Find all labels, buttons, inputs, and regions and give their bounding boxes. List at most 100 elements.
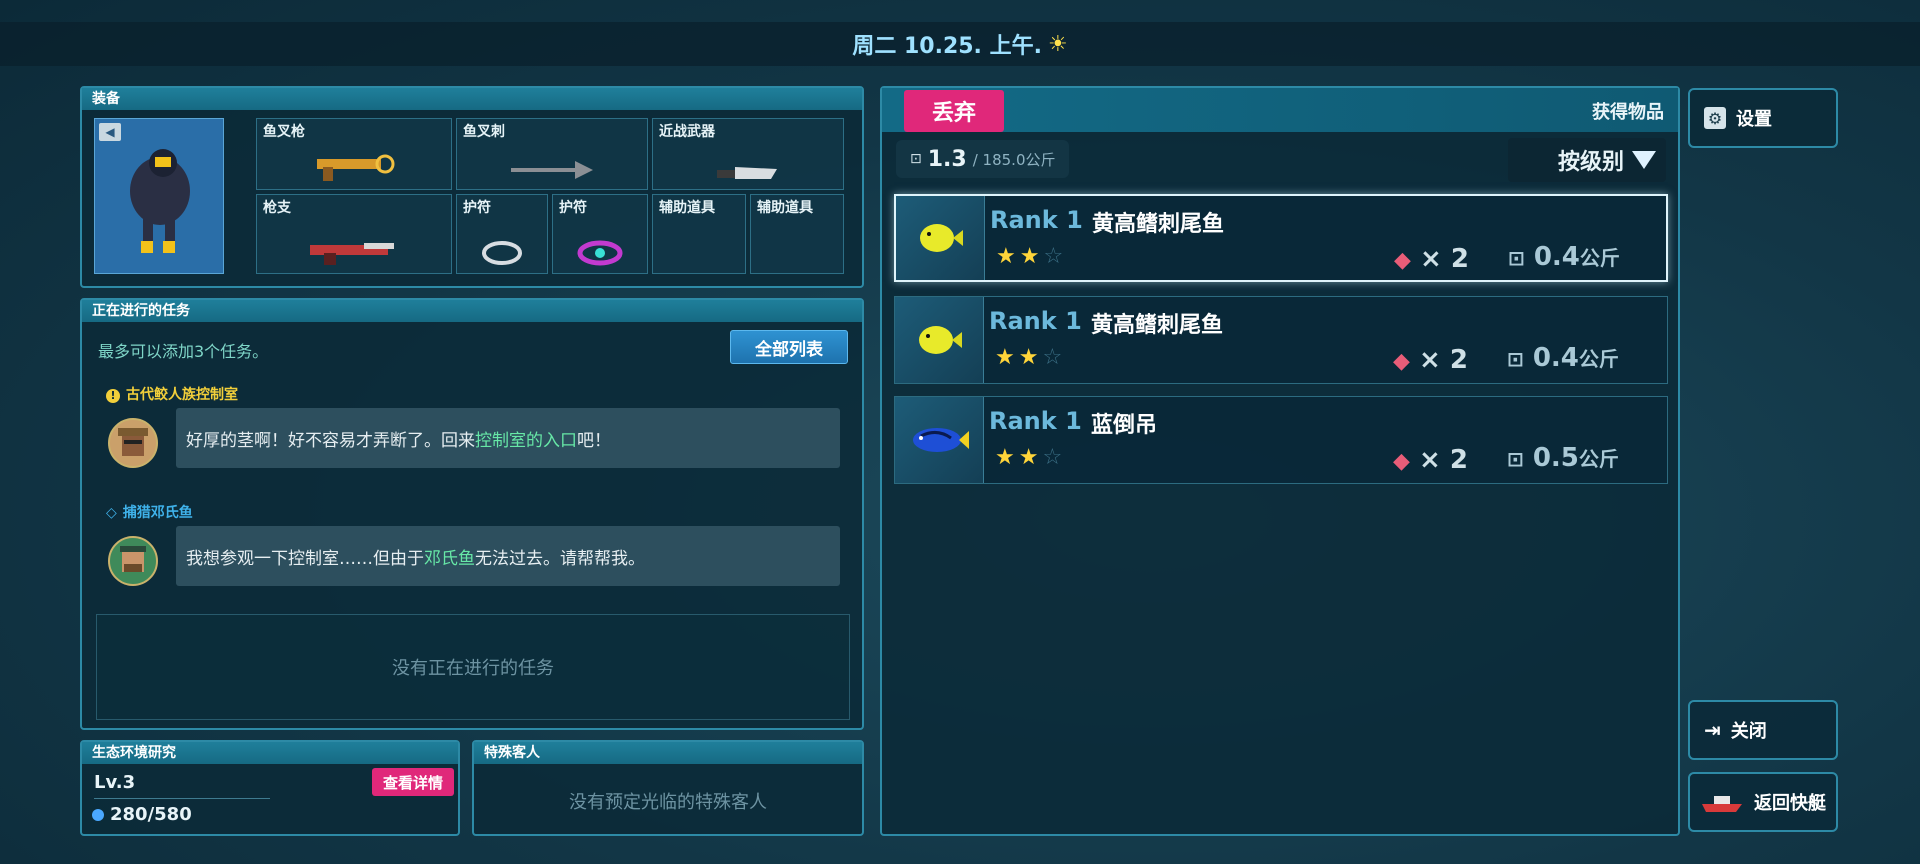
- missions-title: 正在进行的任务: [82, 300, 862, 322]
- msg-text-b: 吧！: [577, 430, 611, 451]
- slot-melee[interactable]: 近战武器: [652, 118, 844, 190]
- diver-icon: [130, 149, 190, 253]
- meat-icon: ◆: [1393, 349, 1410, 374]
- items-header: 丢弃 获得物品: [882, 88, 1678, 132]
- item-name: 黄高鳍刺尾鱼: [1091, 313, 1224, 338]
- item-thumbnail: [895, 297, 984, 383]
- eco-title: 生态环境研究: [82, 742, 458, 764]
- triangle-down-icon: [1632, 151, 1656, 169]
- star-filled-icon: ★: [1018, 345, 1043, 370]
- date-bar: 周二 10.25. 上午. ☀: [0, 22, 1920, 66]
- slot-harpoon[interactable]: 鱼叉刺: [456, 118, 648, 190]
- missions-hint: 最多可以添加3个任务。: [98, 342, 269, 361]
- star-empty-icon: ☆: [1042, 345, 1067, 370]
- item-weight: ⊡ 0.5公斤: [1507, 443, 1619, 473]
- return-boat-button[interactable]: 返回快艇: [1688, 772, 1838, 832]
- item-rank: Rank 1: [989, 407, 1082, 435]
- slot-aux-1[interactable]: 辅助道具: [652, 194, 746, 274]
- exit-icon: ⇥: [1704, 718, 1721, 742]
- slot-label: 护符: [463, 200, 491, 216]
- mission-item[interactable]: ! 古代鲛人族控制室 好厚的茎啊！好不容易才弄断了。回来 控制室的入口 吧！: [98, 384, 862, 494]
- weight-icon: ⊡: [1507, 347, 1524, 371]
- msg-highlight: 控制室的入口: [475, 430, 577, 451]
- item-row[interactable]: Rank 1 黄高鳍刺尾鱼 ★★☆ ◆ × 2 ⊡ 0.4公斤: [894, 296, 1668, 384]
- weight-icon: ⊡: [910, 151, 922, 167]
- item-weight-value: 0.5: [1532, 443, 1579, 473]
- close-label: 关闭: [1730, 721, 1767, 742]
- item-weight-unit: 公斤: [1578, 347, 1619, 371]
- item-stars: ★★☆: [995, 345, 1066, 370]
- diamond-icon: ◇: [106, 505, 117, 521]
- meat-icon: ◆: [1393, 449, 1410, 474]
- weight-capacity: / 185.0公斤: [972, 150, 1056, 169]
- slot-label: 辅助道具: [757, 200, 813, 216]
- view-details-button[interactable]: 查看详情: [372, 768, 454, 796]
- diver-avatar[interactable]: ◀: [94, 118, 224, 274]
- empty-mission-slot: 没有正在进行的任务: [96, 614, 850, 720]
- bracelet-charm-icon: [577, 240, 623, 266]
- date-text: 周二 10.25. 上午.: [852, 34, 1042, 59]
- star-filled-icon: ★: [1018, 445, 1043, 470]
- slot-label: 鱼叉枪: [263, 124, 305, 140]
- slot-gun[interactable]: 枪支: [256, 194, 452, 274]
- slot-charm-1[interactable]: 护符: [456, 194, 548, 274]
- item-count-text: × 2: [1419, 244, 1469, 274]
- mission-message: 好厚的茎啊！好不容易才弄断了。回来 控制室的入口 吧！: [176, 408, 840, 468]
- harpoon-gun-icon: [317, 154, 395, 181]
- item-thumbnail: [896, 196, 985, 280]
- weight-icon: ⊡: [1507, 447, 1524, 471]
- slot-label: 辅助道具: [659, 200, 715, 216]
- slot-label: 近战武器: [659, 124, 715, 140]
- star-filled-icon: ★: [996, 244, 1020, 269]
- slot-charm-2[interactable]: 护符: [552, 194, 648, 274]
- yellow-tang-icon: [920, 224, 963, 252]
- knife-icon: [717, 167, 777, 179]
- obtained-items-panel: 丢弃 获得物品 ⊡ 1.3 / 185.0公斤 按级别 Rank 1 黄高鳍刺尾…: [880, 86, 1680, 836]
- item-row[interactable]: Rank 1 黄高鳍刺尾鱼 ★★☆ ◆ × 2 ⊡ 0.4公斤: [894, 194, 1668, 282]
- guest-title: 特殊客人: [474, 742, 862, 764]
- discard-button[interactable]: 丢弃: [904, 90, 1004, 132]
- eco-research-panel: 生态环境研究 Lv.3 查看详情 280/580: [80, 740, 460, 836]
- sort-label: 按级别: [1557, 150, 1624, 175]
- settings-button[interactable]: ⚙ 设置: [1688, 88, 1838, 148]
- settings-label: 设置: [1736, 109, 1772, 130]
- star-empty-icon: ☆: [1042, 445, 1067, 470]
- gun-icon: [310, 243, 394, 265]
- item-count: ◆ × 2: [1393, 345, 1468, 375]
- item-weight: ⊡ 0.4公斤: [1508, 242, 1620, 272]
- item-count: ◆ × 2: [1394, 244, 1469, 274]
- item-row[interactable]: Rank 1 蓝倒吊 ★★☆ ◆ × 2 ⊡ 0.5公斤: [894, 396, 1668, 484]
- item-thumbnail: [895, 397, 984, 483]
- slot-aux-2[interactable]: 辅助道具: [750, 194, 844, 274]
- slot-label: 鱼叉刺: [463, 124, 505, 140]
- item-count: ◆ × 2: [1393, 445, 1468, 475]
- mission-item[interactable]: ◇ 捕猎邓氏鱼 我想参观一下控制室……但由于 邓氏鱼 无法过去。请帮帮我。: [98, 502, 862, 612]
- mission-title-text: 古代鲛人族控制室: [126, 387, 238, 403]
- item-weight: ⊡ 0.4公斤: [1507, 343, 1619, 373]
- sort-button[interactable]: 按级别: [1508, 138, 1666, 182]
- star-empty-icon: ☆: [1043, 244, 1068, 269]
- mission-title-text: 捕猎邓氏鱼: [122, 505, 193, 521]
- mission-title: ! 古代鲛人族控制室: [106, 384, 238, 404]
- close-button[interactable]: ⇥ 关闭: [1688, 700, 1838, 760]
- weight-display: ⊡ 1.3 / 185.0公斤: [896, 140, 1070, 178]
- all-list-button[interactable]: 全部列表: [730, 330, 848, 364]
- weight-current: 1.3: [927, 146, 967, 172]
- missions-panel: 正在进行的任务 最多可以添加3个任务。 全部列表 ! 古代鲛人族控制室 好厚的茎啊…: [80, 298, 864, 730]
- boat-icon: [1700, 792, 1744, 812]
- item-weight-unit: 公斤: [1578, 447, 1619, 471]
- return-boat-label: 返回快艇: [1754, 793, 1826, 814]
- star-filled-icon: ★: [1019, 244, 1044, 269]
- special-guest-panel: 特殊客人 没有预定光临的特殊客人: [472, 740, 864, 836]
- item-stars: ★★☆: [995, 445, 1066, 470]
- star-filled-icon: ★: [995, 345, 1019, 370]
- slot-harpoon-gun[interactable]: 鱼叉枪: [256, 118, 452, 190]
- ring-charm-icon: [482, 241, 522, 265]
- harpoon-spear-icon: [511, 161, 593, 179]
- equipment-title: 装备: [82, 88, 862, 110]
- star-filled-icon: ★: [995, 445, 1019, 470]
- slot-label: 护符: [559, 200, 587, 216]
- item-count-text: × 2: [1418, 345, 1468, 375]
- slot-label: 枪支: [263, 200, 291, 216]
- eco-divider: [94, 798, 270, 799]
